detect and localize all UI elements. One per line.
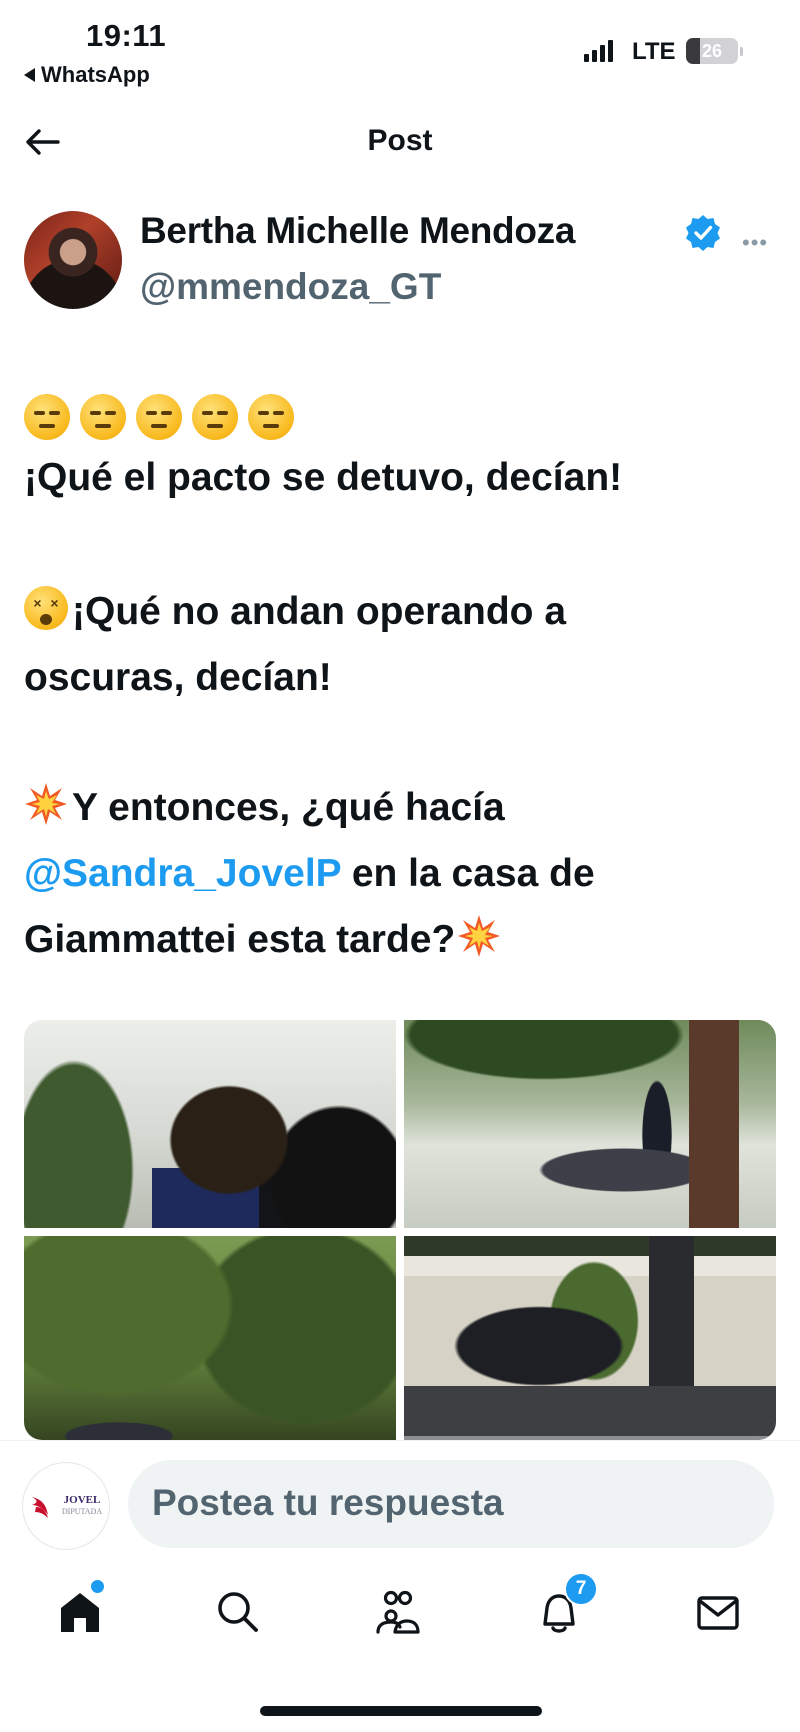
network-label: LTE xyxy=(632,38,676,65)
home-new-dot xyxy=(89,1578,106,1595)
unamused-face-icon xyxy=(248,394,294,440)
post-photo[interactable] xyxy=(24,1236,396,1440)
dizzy-face-icon: × × xyxy=(24,586,68,630)
status-time: 19:11 xyxy=(86,18,167,53)
wing-logo-icon xyxy=(31,1497,48,1518)
unamused-face-icon xyxy=(192,394,238,440)
author-avatar[interactable] xyxy=(24,211,122,309)
envelope-icon xyxy=(697,1596,739,1630)
post-text-line: oscuras, decían! xyxy=(24,656,332,699)
tab-search[interactable] xyxy=(212,1586,264,1638)
unamused-face-icon xyxy=(24,394,70,440)
unamused-face-icon xyxy=(136,394,182,440)
back-to-app-link[interactable]: WhatsApp xyxy=(24,62,150,88)
back-triangle-icon xyxy=(24,68,35,82)
tab-communities[interactable] xyxy=(372,1586,424,1638)
media-grid xyxy=(24,1020,776,1440)
more-options-icon[interactable]: ••• xyxy=(742,230,768,256)
divider xyxy=(0,1440,800,1441)
battery-percent: 26 xyxy=(701,40,723,61)
post-text-segment: en la casa de xyxy=(340,852,595,895)
search-icon xyxy=(218,1592,258,1632)
post-text-line: Giammattei esta tarde? xyxy=(24,910,780,969)
post-text-line: ¡Qué el pacto se detuvo, decían! xyxy=(24,456,623,499)
author-name[interactable]: Bertha Michelle Mendoza xyxy=(140,210,575,252)
tab-messages[interactable] xyxy=(692,1586,744,1638)
post-text-segment: Giammattei esta tarde? xyxy=(24,918,456,961)
post-text-line: @Sandra_JovelP en la casa de xyxy=(24,844,780,903)
post-photo[interactable] xyxy=(24,1020,396,1228)
post-text-segment: Y entonces, ¿qué hacía xyxy=(72,786,505,829)
collision-icon xyxy=(458,915,501,957)
user-avatar[interactable]: JOVEL DIPUTADA xyxy=(22,1462,110,1550)
emoji-row xyxy=(24,394,294,440)
unamused-face-icon xyxy=(80,394,126,440)
battery-icon: 26 xyxy=(686,38,743,64)
notification-count-badge: 7 xyxy=(564,1572,598,1606)
post-text-line: Y entonces, ¿qué hacía xyxy=(24,778,780,837)
verified-badge-icon xyxy=(684,213,722,251)
communities-icon xyxy=(376,1590,420,1634)
back-app-label: WhatsApp xyxy=(41,62,150,87)
post-text-segment: ¡Qué no andan operando a xyxy=(72,590,567,633)
avatar-brand-text: JOVEL DIPUTADA xyxy=(61,1494,103,1517)
post-text-line: × × ¡Qué no andan operando a xyxy=(24,582,780,641)
home-indicator[interactable] xyxy=(260,1706,542,1716)
post-photo[interactable] xyxy=(404,1020,776,1228)
reply-placeholder: Postea tu respuesta xyxy=(152,1482,504,1523)
signal-icon xyxy=(584,38,613,62)
page-title: Post xyxy=(367,124,433,157)
post-photo[interactable] xyxy=(404,1236,776,1440)
collision-icon xyxy=(25,783,67,825)
author-handle[interactable]: @mmendoza_GT xyxy=(140,266,441,308)
mention-link[interactable]: @Sandra_JovelP xyxy=(24,852,341,895)
battery-level xyxy=(686,38,700,64)
